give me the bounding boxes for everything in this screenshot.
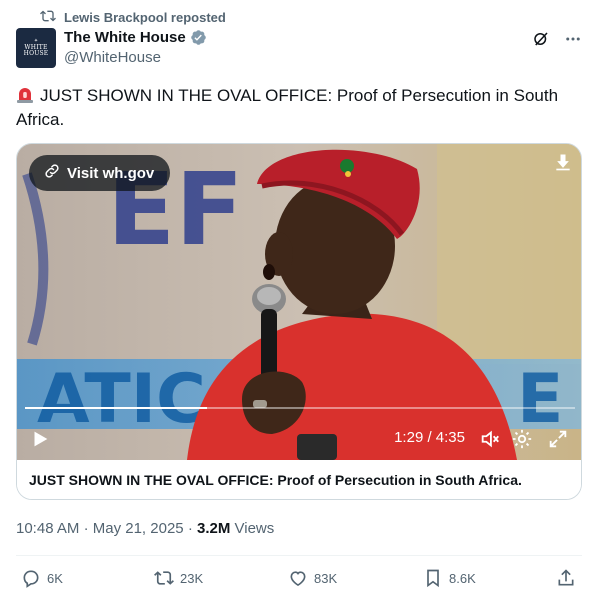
video-controls: 1:29 / 4:35 bbox=[17, 426, 581, 452]
like-button[interactable]: 83K bbox=[288, 568, 337, 588]
media-card[interactable]: EF ATIC E Visit wh.gov 1:29 / 4:35 JUST … bbox=[16, 143, 582, 500]
video-progress-bar[interactable] bbox=[25, 407, 575, 409]
avatar[interactable]: ✦ WHITE HOUSE bbox=[16, 28, 56, 68]
reply-button[interactable]: 6K bbox=[21, 568, 63, 588]
reply-count: 6K bbox=[47, 570, 63, 586]
tweet-time[interactable]: 10:48 AM bbox=[16, 520, 79, 537]
link-icon bbox=[43, 162, 61, 184]
action-bar: 6K 23K 83K 8.6K bbox=[0, 568, 598, 592]
video-player[interactable]: EF ATIC E Visit wh.gov 1:29 / 4:35 bbox=[17, 144, 581, 460]
verified-badge-icon[interactable] bbox=[190, 29, 207, 46]
play-icon[interactable] bbox=[29, 428, 51, 450]
author-block: The White House @WhiteHouse bbox=[64, 29, 207, 66]
divider bbox=[16, 555, 582, 556]
tweet-meta: 10:48 AM · May 21, 2025 · 3.2M Views bbox=[16, 520, 275, 537]
repost-banner-text: Lewis Brackpool reposted bbox=[64, 10, 226, 25]
repost-icon bbox=[40, 8, 56, 27]
header-actions bbox=[532, 30, 582, 48]
bookmark-button[interactable]: 8.6K bbox=[423, 568, 476, 588]
video-frame: EF ATIC E bbox=[17, 144, 581, 460]
repost-button[interactable]: 23K bbox=[154, 568, 203, 588]
video-timecode: 1:29 / 4:35 bbox=[394, 429, 465, 446]
tweet-text: JUST SHOWN IN THE OVAL OFFICE: Proof of … bbox=[16, 84, 576, 132]
share-icon bbox=[556, 568, 576, 588]
rotating-light-emoji-icon bbox=[16, 86, 34, 104]
grok-icon[interactable] bbox=[532, 30, 550, 48]
bookmark-icon bbox=[423, 568, 443, 588]
more-icon[interactable] bbox=[564, 30, 582, 48]
repost-action-icon bbox=[154, 568, 174, 588]
video-progress-fill bbox=[25, 407, 207, 409]
share-button[interactable] bbox=[556, 568, 576, 588]
fullscreen-icon[interactable] bbox=[547, 428, 569, 450]
tweet-date[interactable]: May 21, 2025 bbox=[93, 520, 184, 537]
views-label: Views bbox=[234, 520, 275, 537]
visit-link-button[interactable]: Visit wh.gov bbox=[29, 155, 171, 191]
repost-count: 23K bbox=[180, 570, 204, 586]
download-icon[interactable] bbox=[553, 152, 573, 172]
mute-icon[interactable] bbox=[479, 428, 501, 450]
bookmark-count: 8.6K bbox=[449, 570, 476, 586]
visit-link-label: Visit wh.gov bbox=[67, 164, 155, 182]
reply-icon bbox=[21, 568, 41, 588]
author-display-name[interactable]: The White House bbox=[64, 29, 186, 46]
like-count: 83K bbox=[314, 570, 338, 586]
settings-gear-icon[interactable] bbox=[511, 428, 533, 450]
author-handle[interactable]: @WhiteHouse bbox=[64, 49, 207, 66]
views-count: 3.2M bbox=[196, 520, 231, 537]
heart-icon bbox=[288, 568, 308, 588]
video-caption[interactable]: JUST SHOWN IN THE OVAL OFFICE: Proof of … bbox=[17, 460, 581, 499]
repost-banner[interactable]: Lewis Brackpool reposted bbox=[40, 8, 226, 27]
tweet-body: JUST SHOWN IN THE OVAL OFFICE: Proof of … bbox=[16, 86, 559, 129]
